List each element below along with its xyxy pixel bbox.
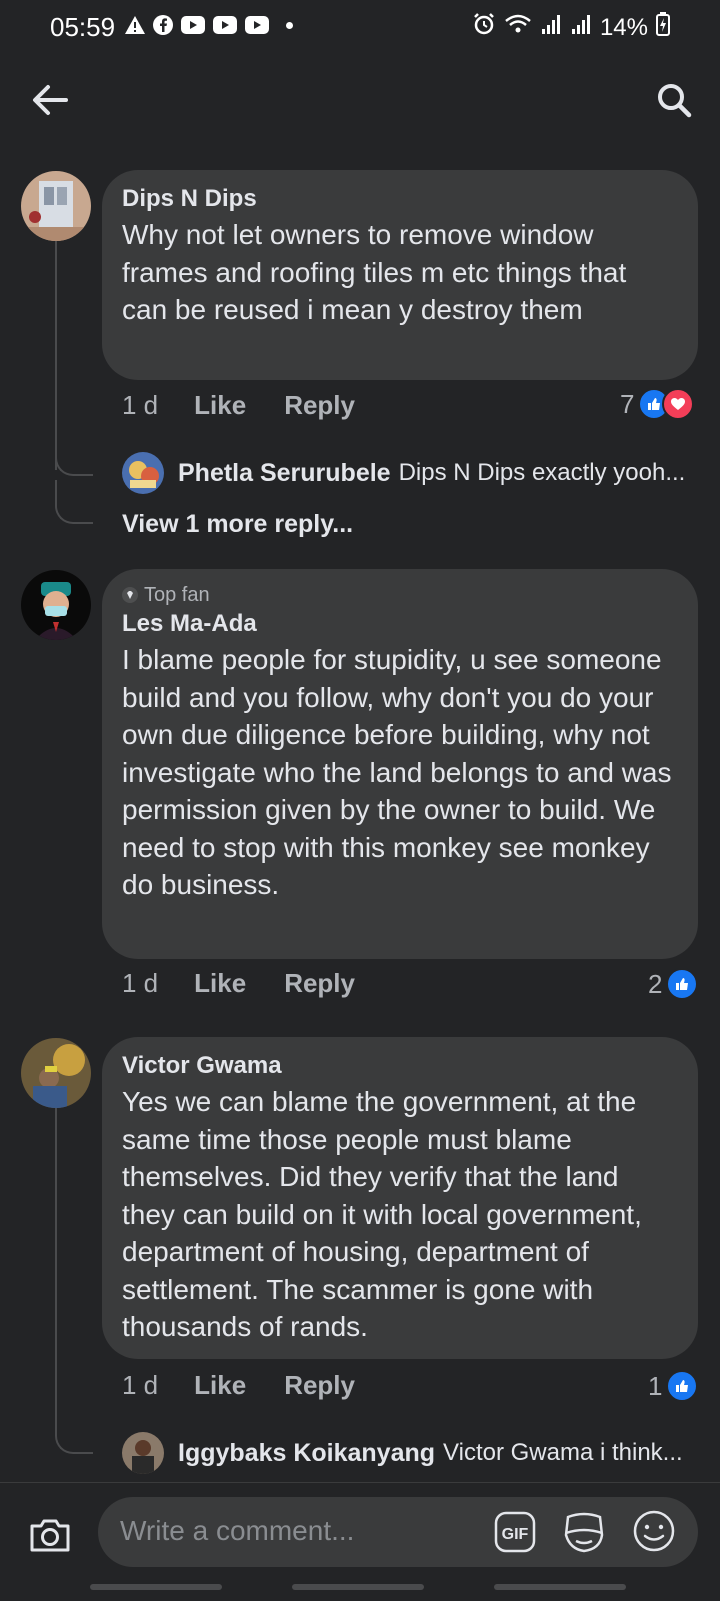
sticker-icon [564,1512,604,1553]
emoji-icon [633,1510,675,1552]
camera-icon [30,1519,70,1552]
like-button[interactable]: Like [194,1370,246,1401]
avatar[interactable] [122,452,164,494]
youtube-icon [244,14,270,36]
status-bar: 05:59 14% [0,0,720,56]
youtube-icon [212,14,238,36]
reaction-count: 1 [648,1370,663,1401]
camera-button[interactable] [24,1509,76,1561]
top-fan-label: Top fan [144,584,210,606]
diamond-icon [122,587,138,603]
love-reaction-icon [662,388,695,420]
search-button[interactable] [648,74,700,126]
facebook-icon [152,14,174,36]
comment-text: Yes we can blame the government, at the … [122,1086,642,1342]
gif-icon: GIF [494,1511,536,1553]
reaction-summary[interactable]: 2 [648,968,699,1000]
battery-text: 14% [599,13,648,41]
notification-icons [124,14,293,36]
reaction-count: 7 [620,388,635,419]
like-button[interactable]: Like [194,390,246,421]
avatar[interactable] [21,1038,91,1108]
reply-author[interactable]: Phetla Serurubele [178,459,391,488]
warning-icon [124,14,146,36]
signal-icon [540,13,562,42]
like-reaction-icon [666,1370,699,1402]
thread-connector [55,430,93,476]
comment-actions: 1 d Like Reply [122,1370,393,1401]
profile-photo-icon [122,1432,164,1474]
comment-text: Why not let owners to remove window fram… [122,219,627,325]
comment-author[interactable]: Dips N Dips [122,184,678,214]
reply-button[interactable]: Reply [284,1370,355,1401]
avatar[interactable] [21,570,91,640]
like-reaction-icon [666,968,699,1000]
comment-author[interactable]: Victor Gwama [122,1051,678,1081]
comment-text: I blame people for stupidity, u see some… [122,644,672,900]
view-more-replies-link[interactable]: View 1 more reply... [122,510,353,539]
comment-actions: 1 d Like Reply [122,968,393,999]
reply-text: Dips N Dips exactly yooh... [398,459,686,486]
thread-connector [55,1400,93,1454]
like-button[interactable]: Like [194,968,246,999]
back-button[interactable] [24,74,76,126]
comment-time[interactable]: 1 d [122,968,158,999]
top-bar [0,56,720,140]
comment-placeholder: Write a comment... [120,1515,355,1546]
reply-button[interactable]: Reply [284,968,355,999]
gif-button[interactable]: GIF [494,1511,536,1553]
reply-text: Victor Gwama i think... [443,1439,683,1466]
avatar[interactable] [122,1432,164,1474]
thread-line [55,1108,57,1408]
comment-actions: 1 d Like Reply [122,390,393,421]
signal-icon [570,13,592,42]
comment-bubble[interactable]: Victor Gwama Yes we can blame the govern… [102,1037,698,1359]
nav-gesture-bar [90,1584,222,1590]
comment-bubble[interactable]: Top fan Les Ma-Ada I blame people for st… [102,569,698,959]
profile-photo-icon [122,452,164,494]
profile-photo-icon [21,171,91,241]
thread-connector [55,480,93,524]
svg-text:GIF: GIF [502,1526,529,1543]
avatar[interactable] [21,171,91,241]
reply-preview[interactable]: Phetla Serurubele Dips N Dips exactly yo… [122,452,685,494]
reaction-summary[interactable]: 1 [648,1370,699,1402]
reply-button[interactable]: Reply [284,390,355,421]
emoji-button[interactable] [632,1509,676,1553]
reaction-summary[interactable]: 7 [620,388,695,420]
more-notifications-dot [286,21,293,29]
comment-input[interactable]: Write a comment... GIF [98,1497,698,1567]
comment-author[interactable]: Les Ma-Ada [122,609,678,639]
comment-time[interactable]: 1 d [122,1370,158,1401]
comment-time[interactable]: 1 d [122,390,158,421]
status-time: 05:59 [50,12,116,42]
profile-photo-icon [21,1038,91,1108]
sticker-button[interactable] [562,1509,606,1555]
comment-bubble[interactable]: Dips N Dips Why not let owners to remove… [102,170,698,380]
back-arrow-icon [33,85,68,115]
reply-preview[interactable]: Iggybaks Koikanyang Victor Gwama i think… [122,1432,683,1474]
battery-charging-icon [656,12,670,43]
nav-gesture-bar [292,1584,424,1590]
reaction-count: 2 [648,968,663,999]
youtube-icon [180,14,206,36]
system-indicators: 14% [472,12,670,43]
reply-author[interactable]: Iggybaks Koikanyang [178,1439,435,1468]
wifi-icon [504,13,532,42]
alarm-icon [472,12,496,43]
profile-photo-icon [21,570,91,640]
top-fan-badge: Top fan [122,583,678,607]
search-icon [658,84,692,118]
nav-gesture-bar [494,1584,626,1590]
